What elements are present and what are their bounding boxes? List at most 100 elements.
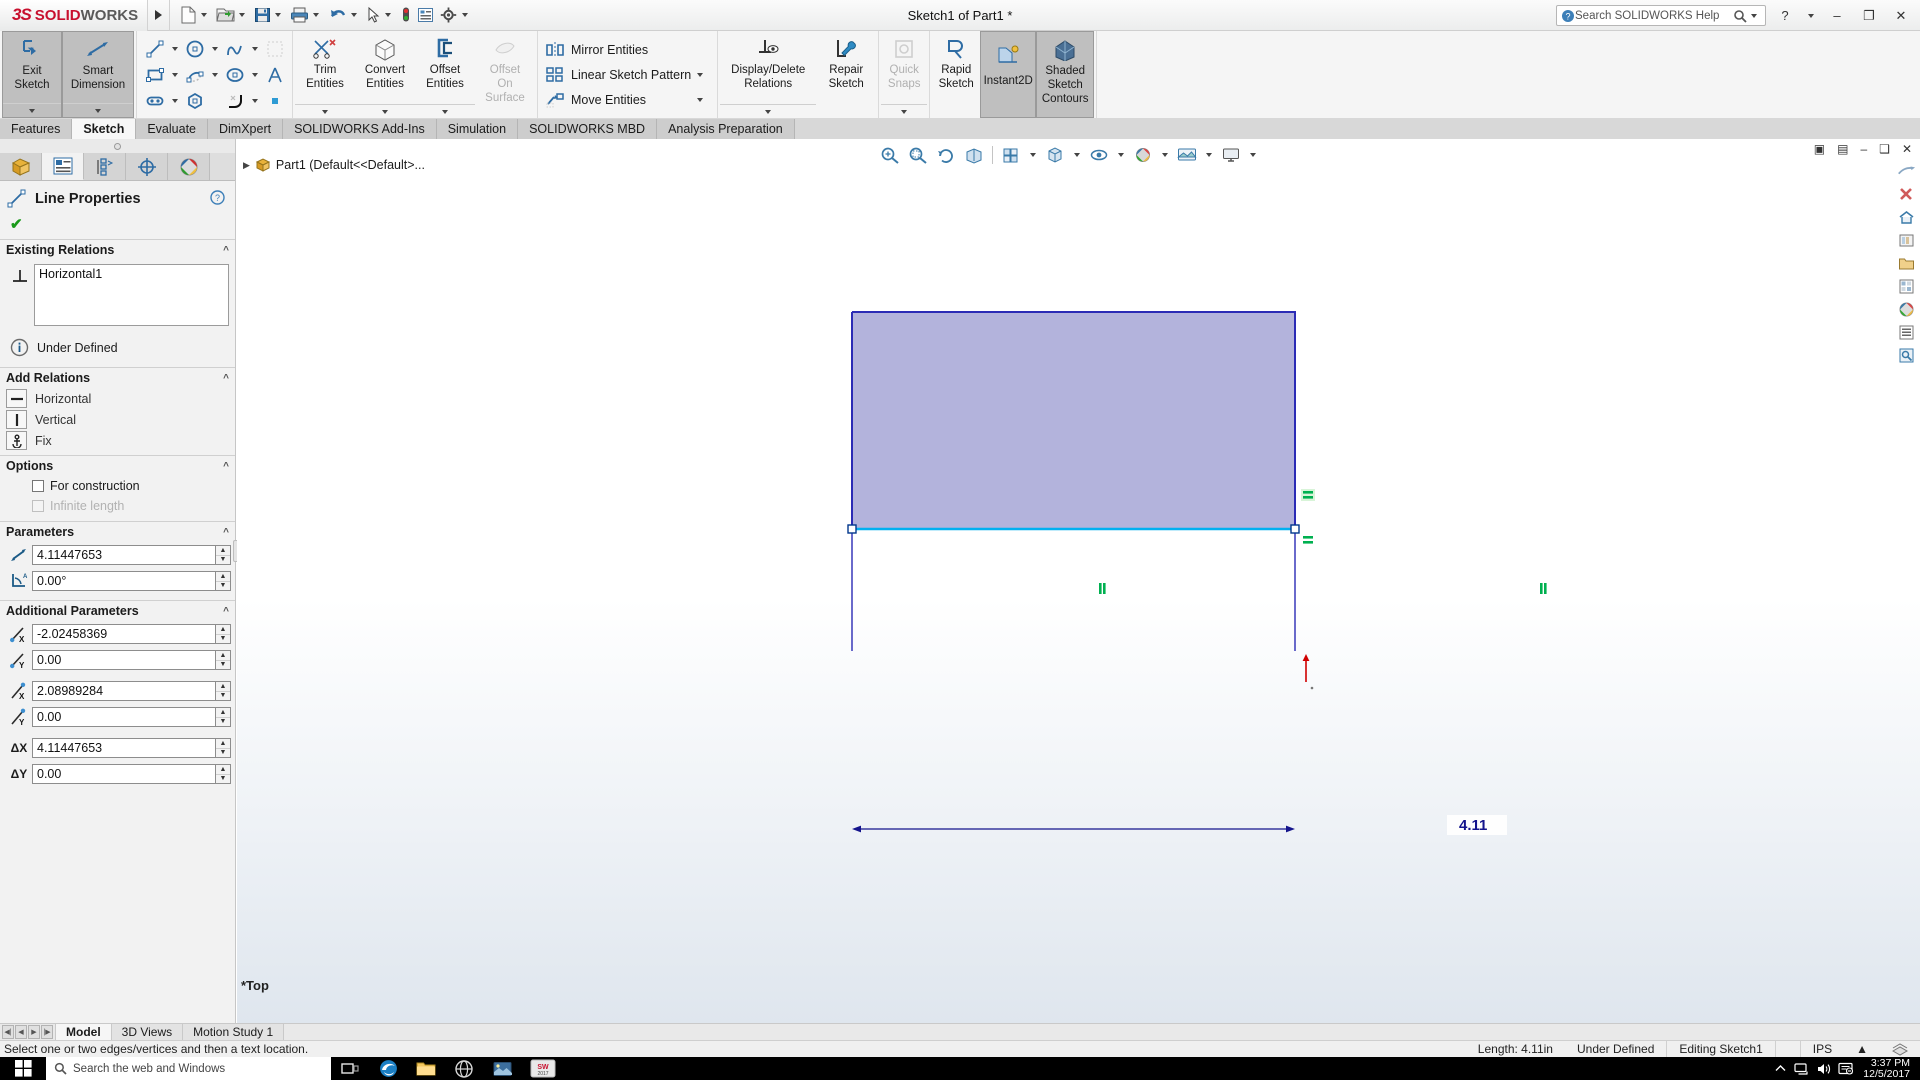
offset-entities-button[interactable]: Offset Entities	[415, 31, 475, 118]
edge-browser-button[interactable]	[369, 1057, 407, 1080]
line-angle-spinner[interactable]: ▲▼	[216, 571, 231, 591]
show-hidden-icons-button[interactable]	[1769, 1062, 1791, 1075]
menu-expand-button[interactable]	[148, 0, 170, 31]
solidworks-button[interactable]: SW2017	[521, 1057, 565, 1080]
spinner-down-icon[interactable]: ▼	[216, 582, 230, 591]
options-header[interactable]: Options ^	[0, 455, 235, 476]
move-entities-dropdown[interactable]	[691, 98, 709, 102]
accept-button[interactable]: ✔	[0, 213, 235, 239]
tab-dimxpert[interactable]: DimXpert	[208, 119, 283, 139]
convert-entities-button[interactable]: Convert Entities	[355, 31, 415, 118]
start-y-spinner[interactable]: ▲▼	[216, 650, 231, 670]
chevron-up-icon[interactable]: ^	[223, 245, 229, 256]
file-properties-button[interactable]	[415, 0, 436, 31]
network-icon[interactable]	[1791, 1062, 1813, 1076]
origin-marker[interactable]	[1303, 654, 1314, 689]
spinner-down-icon[interactable]: ▼	[216, 718, 230, 727]
rapid-sketch-button[interactable]: Rapid Sketch	[932, 31, 980, 118]
photos-button[interactable]	[483, 1057, 521, 1080]
previous-tab-button[interactable]: ◀	[15, 1025, 27, 1039]
options-button[interactable]	[437, 0, 474, 31]
help-search-box[interactable]: ? Search SOLIDWORKS Help	[1556, 5, 1766, 26]
chevron-up-icon[interactable]: ^	[223, 461, 229, 472]
tab-sketch[interactable]: Sketch	[72, 119, 136, 139]
taskbar-clock[interactable]: 3:37 PM 12/5/2017	[1857, 1058, 1920, 1080]
status-units[interactable]: IPS	[1800, 1041, 1844, 1058]
bottom-tab-3d-views[interactable]: 3D Views	[112, 1024, 183, 1040]
status-overlay-icon[interactable]	[1880, 1041, 1920, 1058]
exit-sketch-button[interactable]: Exit Sketch	[2, 31, 62, 118]
polygon-tool[interactable]	[181, 88, 208, 114]
spinner-up-icon[interactable]: ▲	[216, 546, 230, 556]
spinner-down-icon[interactable]: ▼	[216, 749, 230, 758]
bottom-tab-motion-study-1[interactable]: Motion Study 1	[183, 1024, 284, 1040]
slot-tool-dropdown[interactable]	[168, 88, 181, 114]
taskbar-search-text[interactable]: Search the web and Windows	[73, 1063, 225, 1075]
taskbar-search-box[interactable]: Search the web and Windows	[46, 1057, 331, 1080]
spinner-up-icon[interactable]: ▲	[216, 651, 230, 661]
help-icon[interactable]: ?	[210, 190, 225, 208]
rectangle-tool[interactable]	[141, 62, 168, 88]
next-tab-button[interactable]: ▶	[28, 1025, 40, 1039]
chevron-down-icon[interactable]	[275, 13, 281, 17]
trim-entities-dropdown[interactable]	[295, 104, 355, 118]
text-tool[interactable]	[261, 62, 288, 88]
linear-sketch-pattern-item[interactable]: Linear Sketch Pattern	[542, 62, 713, 87]
chevron-down-icon[interactable]	[385, 13, 391, 17]
endpoint-handle-right[interactable]	[1291, 525, 1299, 533]
help-search-input[interactable]: Search SOLIDWORKS Help	[1575, 10, 1733, 22]
minimize-button[interactable]: –	[1824, 0, 1850, 31]
circle-tool-dropdown[interactable]	[208, 36, 221, 62]
panel-pin-row[interactable]	[0, 139, 235, 153]
chevron-down-icon[interactable]	[1751, 14, 1757, 18]
status-units-caret[interactable]: ▲	[1844, 1041, 1880, 1058]
first-tab-button[interactable]: ◀|	[2, 1025, 14, 1039]
chevron-down-icon[interactable]	[239, 13, 245, 17]
add-relation-vertical[interactable]: Vertical	[0, 409, 235, 430]
chevron-down-icon[interactable]	[201, 13, 207, 17]
circle-tool[interactable]	[181, 36, 208, 62]
open-document-button[interactable]	[214, 0, 251, 31]
end-x-spinner[interactable]: ▲▼	[216, 681, 231, 701]
chevron-down-icon[interactable]	[313, 13, 319, 17]
offset-entities-dropdown[interactable]	[415, 104, 475, 118]
parallel-mark-right[interactable]	[1540, 583, 1547, 594]
mirror-entities-item[interactable]: Mirror Entities	[542, 37, 713, 62]
start-x-spinner[interactable]: ▲▼	[216, 624, 231, 644]
spinner-up-icon[interactable]: ▲	[216, 765, 230, 775]
configuration-manager-tab[interactable]	[84, 153, 126, 180]
smart-dimension-button[interactable]: Smart Dimension	[62, 31, 134, 118]
display-manager-tab[interactable]	[168, 153, 210, 180]
for-construction-checkbox[interactable]	[32, 480, 44, 492]
add-relation-horizontal[interactable]: Horizontal	[0, 388, 235, 409]
equal-mark-top[interactable]	[1301, 489, 1315, 501]
spinner-down-icon[interactable]: ▼	[216, 775, 230, 784]
equal-mark-bottom[interactable]	[1303, 536, 1313, 544]
graphics-area[interactable]: ▣ ▤ – ❑ ✕ ▶ Part1 (Default<<Default>...	[237, 139, 1920, 1023]
dimension-value-label[interactable]: 4.11	[1459, 817, 1487, 834]
property-manager-tab[interactable]	[42, 153, 84, 180]
help-button[interactable]: ?	[1772, 0, 1798, 31]
line-length-input[interactable]	[32, 545, 216, 565]
delta-y-input[interactable]	[32, 764, 216, 784]
spline-tool[interactable]	[221, 36, 248, 62]
sketch-region-fill[interactable]	[852, 312, 1295, 529]
tab-analysis-preparation[interactable]: Analysis Preparation	[657, 119, 795, 139]
shaded-sketch-contours-button[interactable]: Shaded Sketch Contours	[1036, 31, 1094, 118]
grid-tool[interactable]	[261, 36, 288, 62]
task-view-button[interactable]	[331, 1057, 369, 1080]
spinner-down-icon[interactable]: ▼	[216, 692, 230, 701]
ellipse-tool-dropdown[interactable]	[248, 62, 261, 88]
tab-features[interactable]: Features	[0, 119, 72, 139]
pin-icon[interactable]	[114, 143, 121, 150]
print-document-button[interactable]	[288, 0, 325, 31]
select-cursor-button[interactable]	[364, 0, 397, 31]
point-tool[interactable]	[261, 88, 288, 114]
rebuild-button[interactable]	[398, 0, 414, 31]
arc-tool-dropdown[interactable]	[208, 62, 221, 88]
office-button[interactable]	[445, 1057, 483, 1080]
delta-y-spinner[interactable]: ▲▼	[216, 764, 231, 784]
save-document-button[interactable]	[252, 0, 287, 31]
end-y-input[interactable]	[32, 707, 216, 727]
line-tool[interactable]	[141, 36, 168, 62]
